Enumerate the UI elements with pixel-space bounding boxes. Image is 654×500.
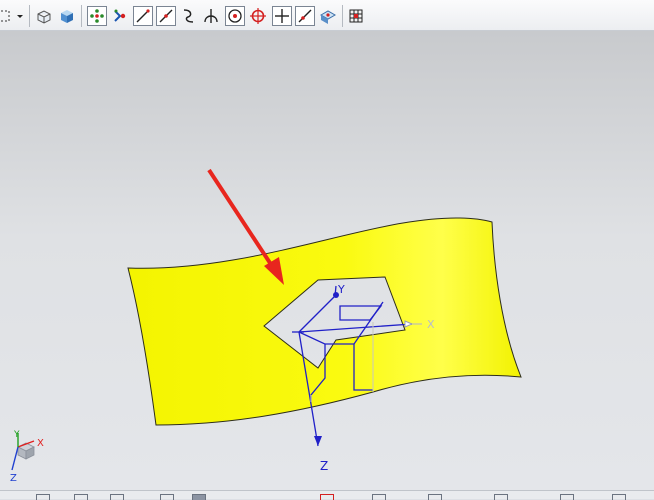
toolbar-separator (29, 5, 30, 27)
bottom-tool-icon[interactable] (494, 494, 508, 500)
snap-line-icon[interactable] (133, 6, 153, 26)
dropdown-arrow-icon[interactable] (14, 6, 26, 26)
triad-y-label: Y (13, 430, 20, 440)
model-scene: Y X Z X Y Z (10, 168, 522, 484)
bottom-tool-icon[interactable] (160, 494, 174, 500)
snap-face-icon[interactable] (318, 6, 338, 26)
select-box-icon[interactable] (0, 6, 14, 26)
wireframe-box-icon[interactable] (34, 6, 54, 26)
grid-icon[interactable] (346, 6, 366, 26)
bottom-tool-icon[interactable] (36, 494, 50, 500)
triad-z-label: Z (10, 473, 17, 484)
bottom-tool-icon[interactable] (320, 494, 334, 500)
bottom-tool-icon[interactable] (192, 494, 206, 500)
bottom-tool-icon[interactable] (560, 494, 574, 500)
view-triad[interactable]: X Y Z (10, 430, 44, 484)
graphics-window[interactable]: Y X Z X Y Z (0, 31, 654, 490)
bottom-tool-icon[interactable] (372, 494, 386, 500)
shaded-box-icon[interactable] (57, 6, 77, 26)
csys-x-label: X (427, 318, 435, 331)
yellow-sheet-surface[interactable] (127, 217, 522, 426)
csys-z-label: Z (320, 459, 328, 473)
snap-intersection-icon[interactable] (201, 6, 221, 26)
snap-arc-center-icon[interactable] (225, 6, 245, 26)
toolbar-separator (342, 5, 343, 27)
bottom-toolbar-strip (0, 490, 654, 500)
toolbar-separator (81, 5, 82, 27)
snap-point-on-curve-icon[interactable] (156, 6, 176, 26)
csys-y-label: Y (337, 283, 345, 296)
snap-endpoint-icon[interactable] (87, 6, 107, 26)
snap-curve-icon[interactable] (179, 6, 199, 26)
snap-point-on-line-icon[interactable] (295, 6, 315, 26)
snap-control-point-icon[interactable] (110, 6, 130, 26)
bottom-tool-icon[interactable] (428, 494, 442, 500)
bottom-tool-icon[interactable] (110, 494, 124, 500)
snap-existing-point-icon[interactable] (272, 6, 292, 26)
snap-quadrant-icon[interactable] (248, 6, 268, 26)
bottom-tool-icon[interactable] (74, 494, 88, 500)
bottom-tool-icon[interactable] (612, 494, 626, 500)
triad-x-label: X (37, 438, 44, 449)
toolbar (0, 0, 654, 31)
